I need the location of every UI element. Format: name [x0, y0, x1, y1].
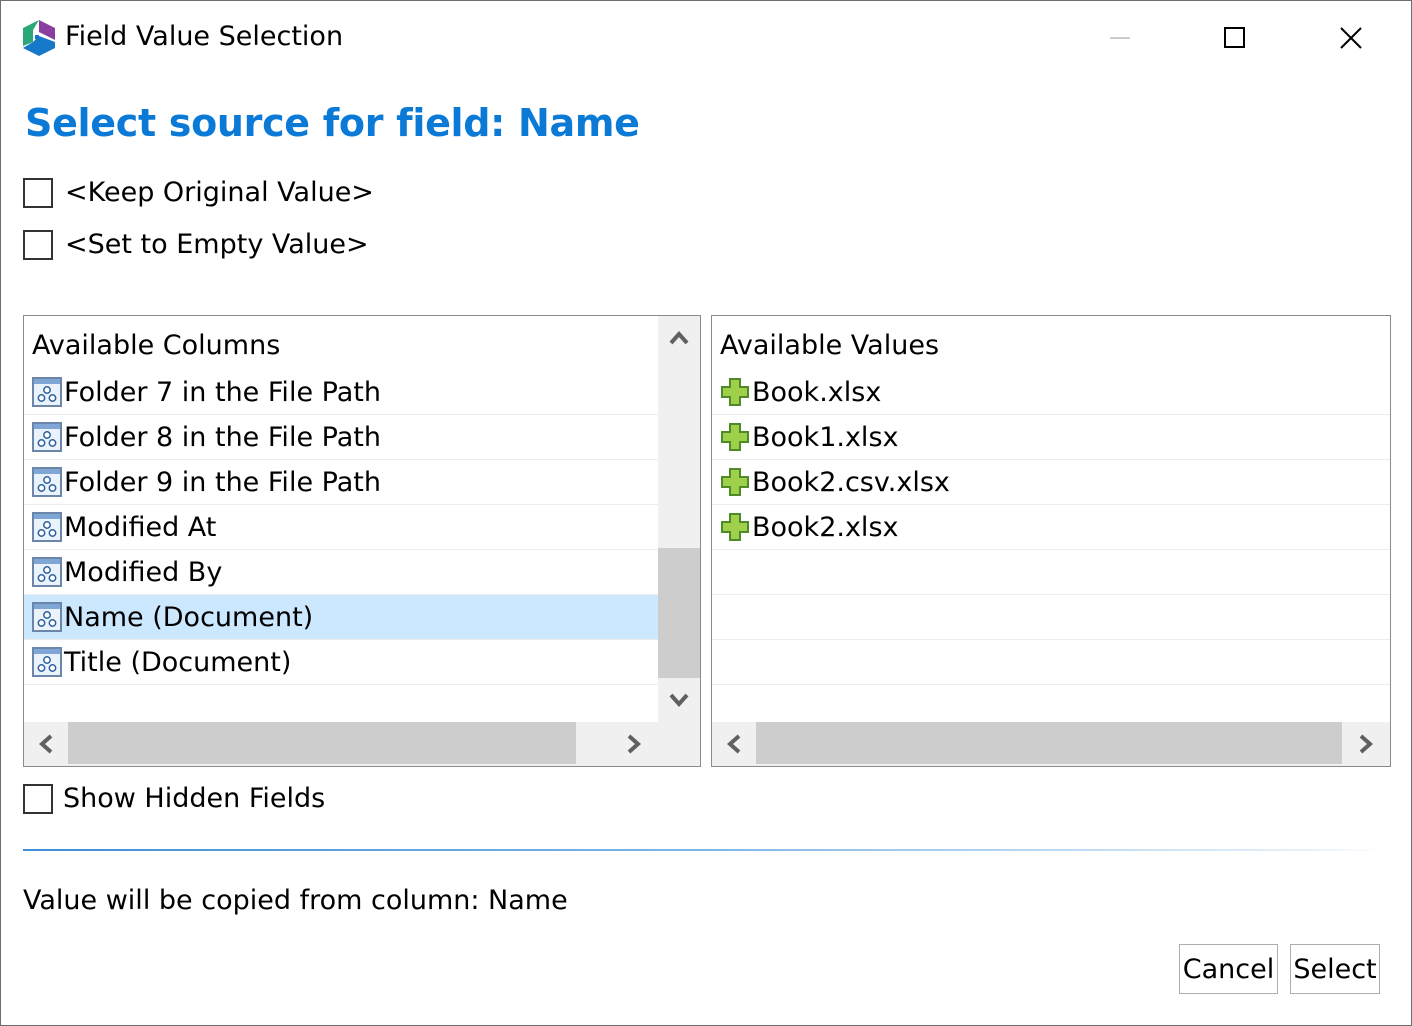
column-icon: [32, 647, 62, 677]
close-button[interactable]: [1293, 1, 1409, 75]
chevron-right-icon: [627, 734, 641, 754]
value-item-label: Book2.csv.xlsx: [752, 466, 950, 498]
columns-horizontal-scrollbar[interactable]: [24, 722, 658, 766]
available-columns-list[interactable]: Available Columns Folder 7 in the File P…: [23, 315, 701, 767]
scroll-left-button[interactable]: [714, 722, 754, 766]
columns-hscroll-thumb[interactable]: [68, 722, 576, 764]
chevron-right-icon: [1359, 734, 1373, 754]
available-columns-header: Available Columns: [32, 330, 281, 361]
available-values-header: Available Values: [720, 330, 940, 361]
keep-original-label: <Keep Original Value>: [65, 177, 374, 208]
value-list-item[interactable]: Book2.xlsx: [712, 505, 1390, 550]
chevron-down-icon: [669, 693, 689, 707]
column-item-label: Modified By: [64, 556, 223, 588]
empty-row: [712, 595, 1390, 640]
column-list-item[interactable]: Folder 7 in the File Path: [24, 370, 658, 415]
chevron-up-icon: [669, 331, 689, 345]
set-empty-option[interactable]: <Set to Empty Value>: [23, 229, 369, 260]
keep-original-checkbox[interactable]: [23, 177, 53, 208]
select-button[interactable]: Select: [1290, 944, 1380, 994]
column-icon: [32, 602, 62, 632]
close-icon: [1340, 27, 1362, 49]
value-item-label: Book1.xlsx: [752, 421, 899, 453]
column-item-label: Folder 8 in the File Path: [64, 421, 381, 453]
set-empty-checkbox[interactable]: [23, 229, 53, 260]
available-values-list[interactable]: Available Values Book.xlsx Book1.xlsx Book…: [711, 315, 1391, 767]
show-hidden-fields-checkbox[interactable]: [23, 783, 53, 814]
title-bar: Field Value Selection: [1, 1, 1411, 75]
column-icon: [32, 557, 62, 587]
empty-row: [712, 640, 1390, 685]
value-item-label: Book.xlsx: [752, 376, 882, 408]
minimize-button[interactable]: [1063, 1, 1179, 75]
scroll-right-button[interactable]: [614, 722, 654, 766]
page-heading: Select source for field: Name: [25, 101, 640, 145]
value-item-label: Book2.xlsx: [752, 511, 899, 543]
show-hidden-fields-option[interactable]: Show Hidden Fields: [23, 783, 325, 814]
column-item-label: Folder 9 in the File Path: [64, 466, 381, 498]
scroll-left-button[interactable]: [26, 722, 66, 766]
column-icon: [32, 377, 62, 407]
column-list-item[interactable]: Modified By: [24, 550, 658, 595]
values-horizontal-scrollbar[interactable]: [712, 722, 1390, 766]
empty-row: [712, 550, 1390, 595]
cancel-button[interactable]: Cancel: [1179, 944, 1278, 994]
column-list-item[interactable]: Folder 9 in the File Path: [24, 460, 658, 505]
maximize-icon: [1224, 27, 1245, 48]
value-list-item[interactable]: Book2.csv.xlsx: [712, 460, 1390, 505]
value-list-item[interactable]: Book.xlsx: [712, 370, 1390, 415]
show-hidden-fields-label: Show Hidden Fields: [63, 783, 326, 814]
column-item-label: Title (Document): [64, 646, 292, 678]
column-list-item[interactable]: Modified At: [24, 505, 658, 550]
value-list-item[interactable]: Book1.xlsx: [712, 415, 1390, 460]
column-list-item[interactable]: Folder 8 in the File Path: [24, 415, 658, 460]
divider: [23, 849, 1383, 851]
scroll-up-button[interactable]: [658, 320, 700, 356]
column-item-label: Name (Document): [64, 601, 314, 633]
column-icon: [32, 467, 62, 497]
plus-icon: [720, 422, 750, 452]
column-icon: [32, 422, 62, 452]
column-icon: [32, 512, 62, 542]
maximize-button[interactable]: [1177, 1, 1293, 75]
chevron-left-icon: [727, 734, 741, 754]
plus-icon: [720, 467, 750, 497]
status-text: Value will be copied from column: Name: [23, 885, 568, 916]
scroll-right-button[interactable]: [1346, 722, 1386, 766]
values-hscroll-thumb[interactable]: [756, 722, 1342, 764]
column-list-item[interactable]: Title (Document): [24, 640, 658, 685]
minimize-icon: [1110, 37, 1130, 39]
columns-vscroll-thumb[interactable]: [658, 548, 700, 678]
column-item-label: Modified At: [64, 511, 217, 543]
plus-icon: [720, 512, 750, 542]
columns-vertical-scrollbar[interactable]: [658, 316, 700, 722]
scroll-down-button[interactable]: [658, 682, 700, 718]
column-item-label: Folder 7 in the File Path: [64, 376, 381, 408]
window-title: Field Value Selection: [65, 21, 344, 52]
dialog-window: Field Value Selection Select source for …: [0, 0, 1412, 1026]
keep-original-option[interactable]: <Keep Original Value>: [23, 177, 374, 208]
app-cube-icon: [23, 20, 55, 56]
set-empty-label: <Set to Empty Value>: [65, 229, 369, 260]
column-list-item[interactable]: Name (Document): [24, 595, 658, 640]
plus-icon: [720, 377, 750, 407]
scroll-corner: [658, 722, 700, 766]
chevron-left-icon: [39, 734, 53, 754]
